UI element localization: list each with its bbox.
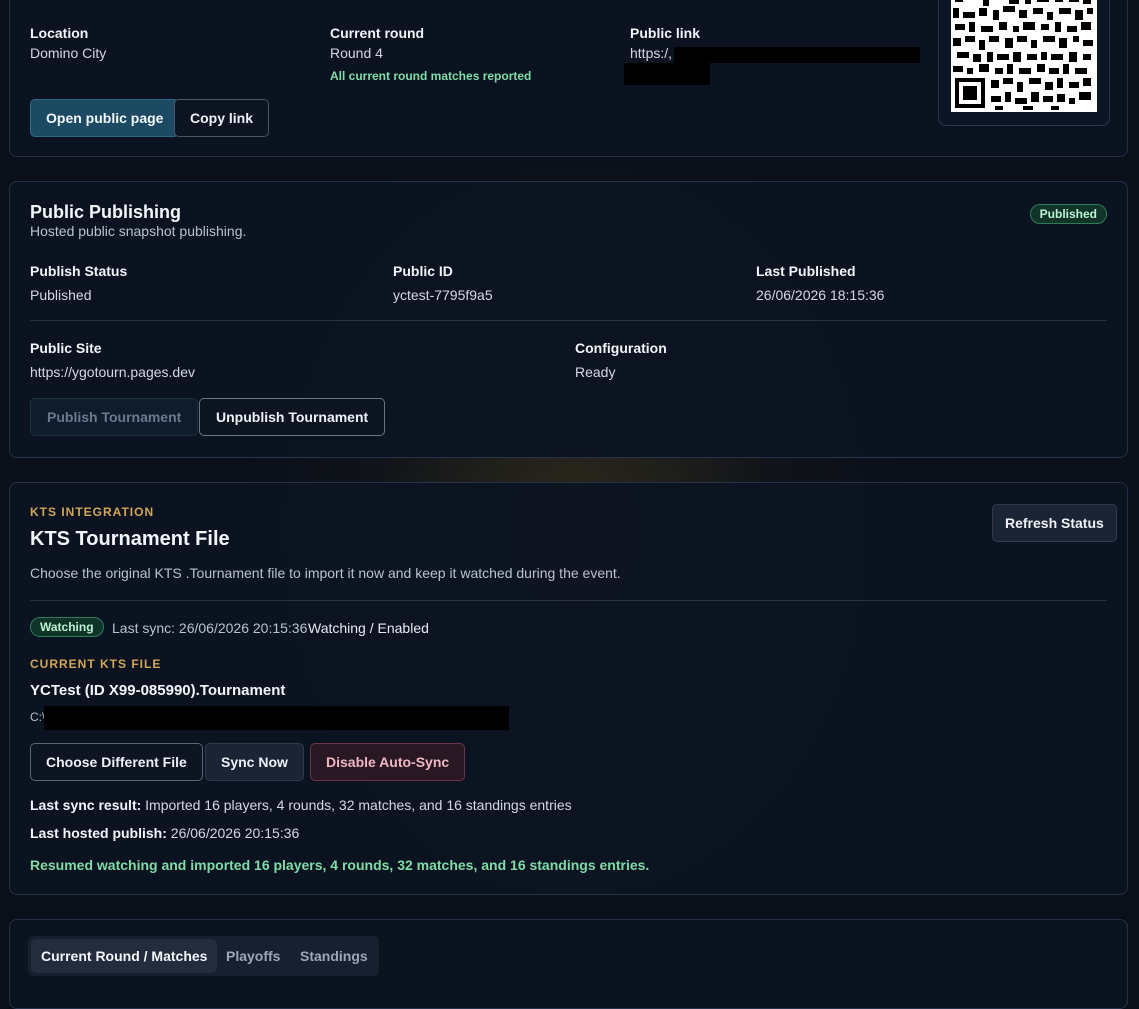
last-sync-result: Last sync result: Imported 16 players, 4… [30,797,572,813]
section-title: Public Publishing [30,202,182,222]
section-subtitle: Hosted public snapshot publishing. [30,223,247,239]
kts-integration-card: KTS INTEGRATION KTS Tournament File Choo… [9,482,1128,895]
kts-description: Choose the original KTS .Tournament file… [30,565,621,581]
unpublish-tournament-button[interactable]: Unpublish Tournament [199,398,386,436]
divider [30,320,1107,321]
tab-current-round-matches[interactable]: Current Round / Matches [31,939,218,973]
kts-title: KTS Tournament File [30,528,230,550]
tabs-card: Current Round / Matches Playoffs Standin… [9,919,1128,1009]
last-published-value: 26/06/2026 18:15:36 [756,287,885,303]
redacted-file-path [44,706,509,730]
publish-status-label: Publish Status [30,263,128,279]
last-hosted-publish-value: 26/06/2026 20:15:36 [170,825,300,841]
configuration-value: Ready [575,364,616,380]
redacted-link [674,47,920,63]
open-public-page-button[interactable]: Open public page [30,99,180,137]
last-sync-result-label: Last sync result: [30,797,142,813]
last-published-label: Last Published [756,263,856,279]
round-status-note: All current round matches reported [330,69,532,83]
refresh-status-button[interactable]: Refresh Status [992,504,1117,542]
last-hosted-publish-label: Last hosted publish: [30,825,167,841]
tab-playoffs[interactable]: Playoffs [226,939,280,973]
watch-state-text: Watching / Enabled [308,620,429,636]
publish-status-value: Published [30,287,92,303]
current-round-label: Current round [330,25,425,41]
tab-bar: Current Round / Matches Playoffs Standin… [28,936,379,976]
divider [30,600,1107,601]
public-link-label: Public link [630,25,701,41]
sync-status-message: Resumed watching and imported 16 players… [30,857,650,873]
copy-link-button[interactable]: Copy link [174,99,270,137]
redacted-link-continuation [624,63,710,85]
public-site-label: Public Site [30,340,102,356]
public-site-value: https://ygotourn.pages.dev [30,364,195,380]
public-id-value: yctest-7795f9a5 [393,287,493,303]
publish-tournament-button[interactable]: Publish Tournament [30,398,199,436]
kts-eyebrow: KTS INTEGRATION [30,505,155,519]
public-id-label: Public ID [393,263,453,279]
disable-auto-sync-button[interactable]: Disable Auto-Sync [310,743,466,781]
tab-standings[interactable]: Standings [300,939,368,973]
file-name: YCTest (ID X99-085990).Tournament [30,682,286,699]
tournament-info-card: Location Domino City Current round Round… [9,0,1128,157]
published-status-badge: Published [1029,204,1107,224]
current-round-value: Round 4 [330,45,383,61]
location-value: Domino City [30,45,107,61]
configuration-label: Configuration [575,340,667,356]
location-label: Location [30,25,89,41]
choose-different-file-button[interactable]: Choose Different File [30,743,203,781]
watching-badge: Watching [30,617,104,637]
qr-code-frame [938,0,1110,126]
public-publishing-card: Public Publishing Hosted public snapshot… [9,181,1128,458]
public-link-value[interactable]: https:/, [630,45,672,61]
last-sync-result-value: Imported 16 players, 4 rounds, 32 matche… [145,797,572,813]
last-sync-text: Last sync: 26/06/2026 20:15:36 [112,620,308,636]
current-file-eyebrow: CURRENT KTS FILE [30,657,162,671]
qr-code-icon [951,0,1097,112]
last-hosted-publish: Last hosted publish: 26/06/2026 20:15:36 [30,825,299,841]
sync-now-button[interactable]: Sync Now [205,743,304,781]
